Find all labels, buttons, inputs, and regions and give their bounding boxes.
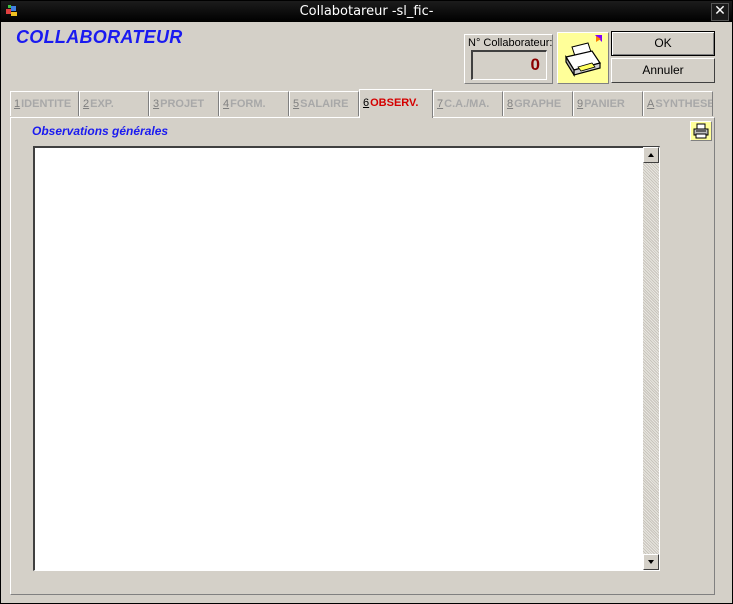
collaborator-number-group: N° Collaborateur: 0: [464, 34, 553, 84]
close-icon[interactable]: ✕: [711, 3, 729, 21]
collaborator-number-value: 0: [471, 50, 547, 80]
tab-number: 4: [223, 98, 230, 110]
print-button[interactable]: [557, 32, 609, 84]
title-bar[interactable]: Collabotareur -sl_fic- ✕: [1, 1, 732, 22]
tab-number: 1: [14, 98, 21, 110]
tab-label: EXP.: [90, 98, 114, 110]
tab-label: PANIER: [584, 98, 625, 110]
observations-title: Observations générales: [32, 124, 169, 138]
tab-label: SYNTHESE: [655, 98, 713, 110]
tab-label: GRAPHE: [514, 98, 562, 110]
tab-number: 5: [293, 98, 300, 110]
tab-number: 2: [83, 98, 90, 110]
observations-panel: Observations générales: [10, 117, 715, 595]
tab-label: PROJET: [160, 98, 205, 110]
tab-label: OBSERV.: [370, 97, 419, 109]
ok-button[interactable]: OK: [611, 31, 715, 56]
tab-label: C.A./MA.: [444, 98, 490, 110]
panel-print-button[interactable]: [690, 121, 712, 141]
collaborator-number-label: N° Collaborateur:: [468, 37, 553, 49]
collaborateur-window: Collabotareur -sl_fic- ✕ COLLABORATEUR N…: [0, 0, 733, 604]
observations-textarea[interactable]: [33, 146, 660, 571]
cancel-button[interactable]: Annuler: [611, 58, 715, 83]
tab-synthese[interactable]: ASYNTHESE: [643, 91, 713, 116]
tab-panier[interactable]: 9PANIER: [573, 91, 643, 116]
tab-number: A: [647, 98, 655, 110]
tab-number: 7: [437, 98, 444, 110]
tab-formation[interactable]: 4FORM.: [219, 91, 289, 116]
tab-observations[interactable]: 6OBSERV.: [359, 89, 433, 118]
tab-identite[interactable]: 1IDENTITE: [10, 91, 79, 116]
form-title: COLLABORATEUR: [16, 27, 183, 47]
tab-number: 9: [577, 98, 584, 110]
printer-icon: [693, 123, 709, 139]
tab-number: 6: [363, 97, 370, 109]
tab-label: IDENTITE: [21, 98, 72, 110]
tab-graphe[interactable]: 8GRAPHE: [503, 91, 573, 116]
scroll-up-button[interactable]: [643, 147, 659, 163]
tab-projet[interactable]: 3PROJET: [149, 91, 219, 116]
tab-label: FORM.: [230, 98, 266, 110]
vertical-scrollbar[interactable]: [643, 147, 659, 570]
scroll-down-button[interactable]: [643, 554, 659, 570]
tab-salaire[interactable]: 5SALAIRE: [289, 91, 359, 116]
printer-icon: [565, 35, 602, 78]
tab-number: 3: [153, 98, 160, 110]
tab-strip: 1IDENTITE 2EXP. 3PROJET 4FORM. 5SALAIRE …: [10, 89, 715, 118]
tab-experience[interactable]: 2EXP.: [79, 91, 149, 116]
arrow-down-icon: [648, 560, 654, 564]
tab-number: 8: [507, 98, 514, 110]
window-title: Collabotareur -sl_fic-: [299, 4, 434, 19]
tab-ca-ma[interactable]: 7C.A./MA.: [433, 91, 503, 116]
arrow-up-icon: [648, 153, 654, 157]
form-client-area: COLLABORATEUR N° Collaborateur: 0 OK Ann…: [3, 23, 730, 601]
tab-label: SALAIRE: [300, 98, 349, 110]
